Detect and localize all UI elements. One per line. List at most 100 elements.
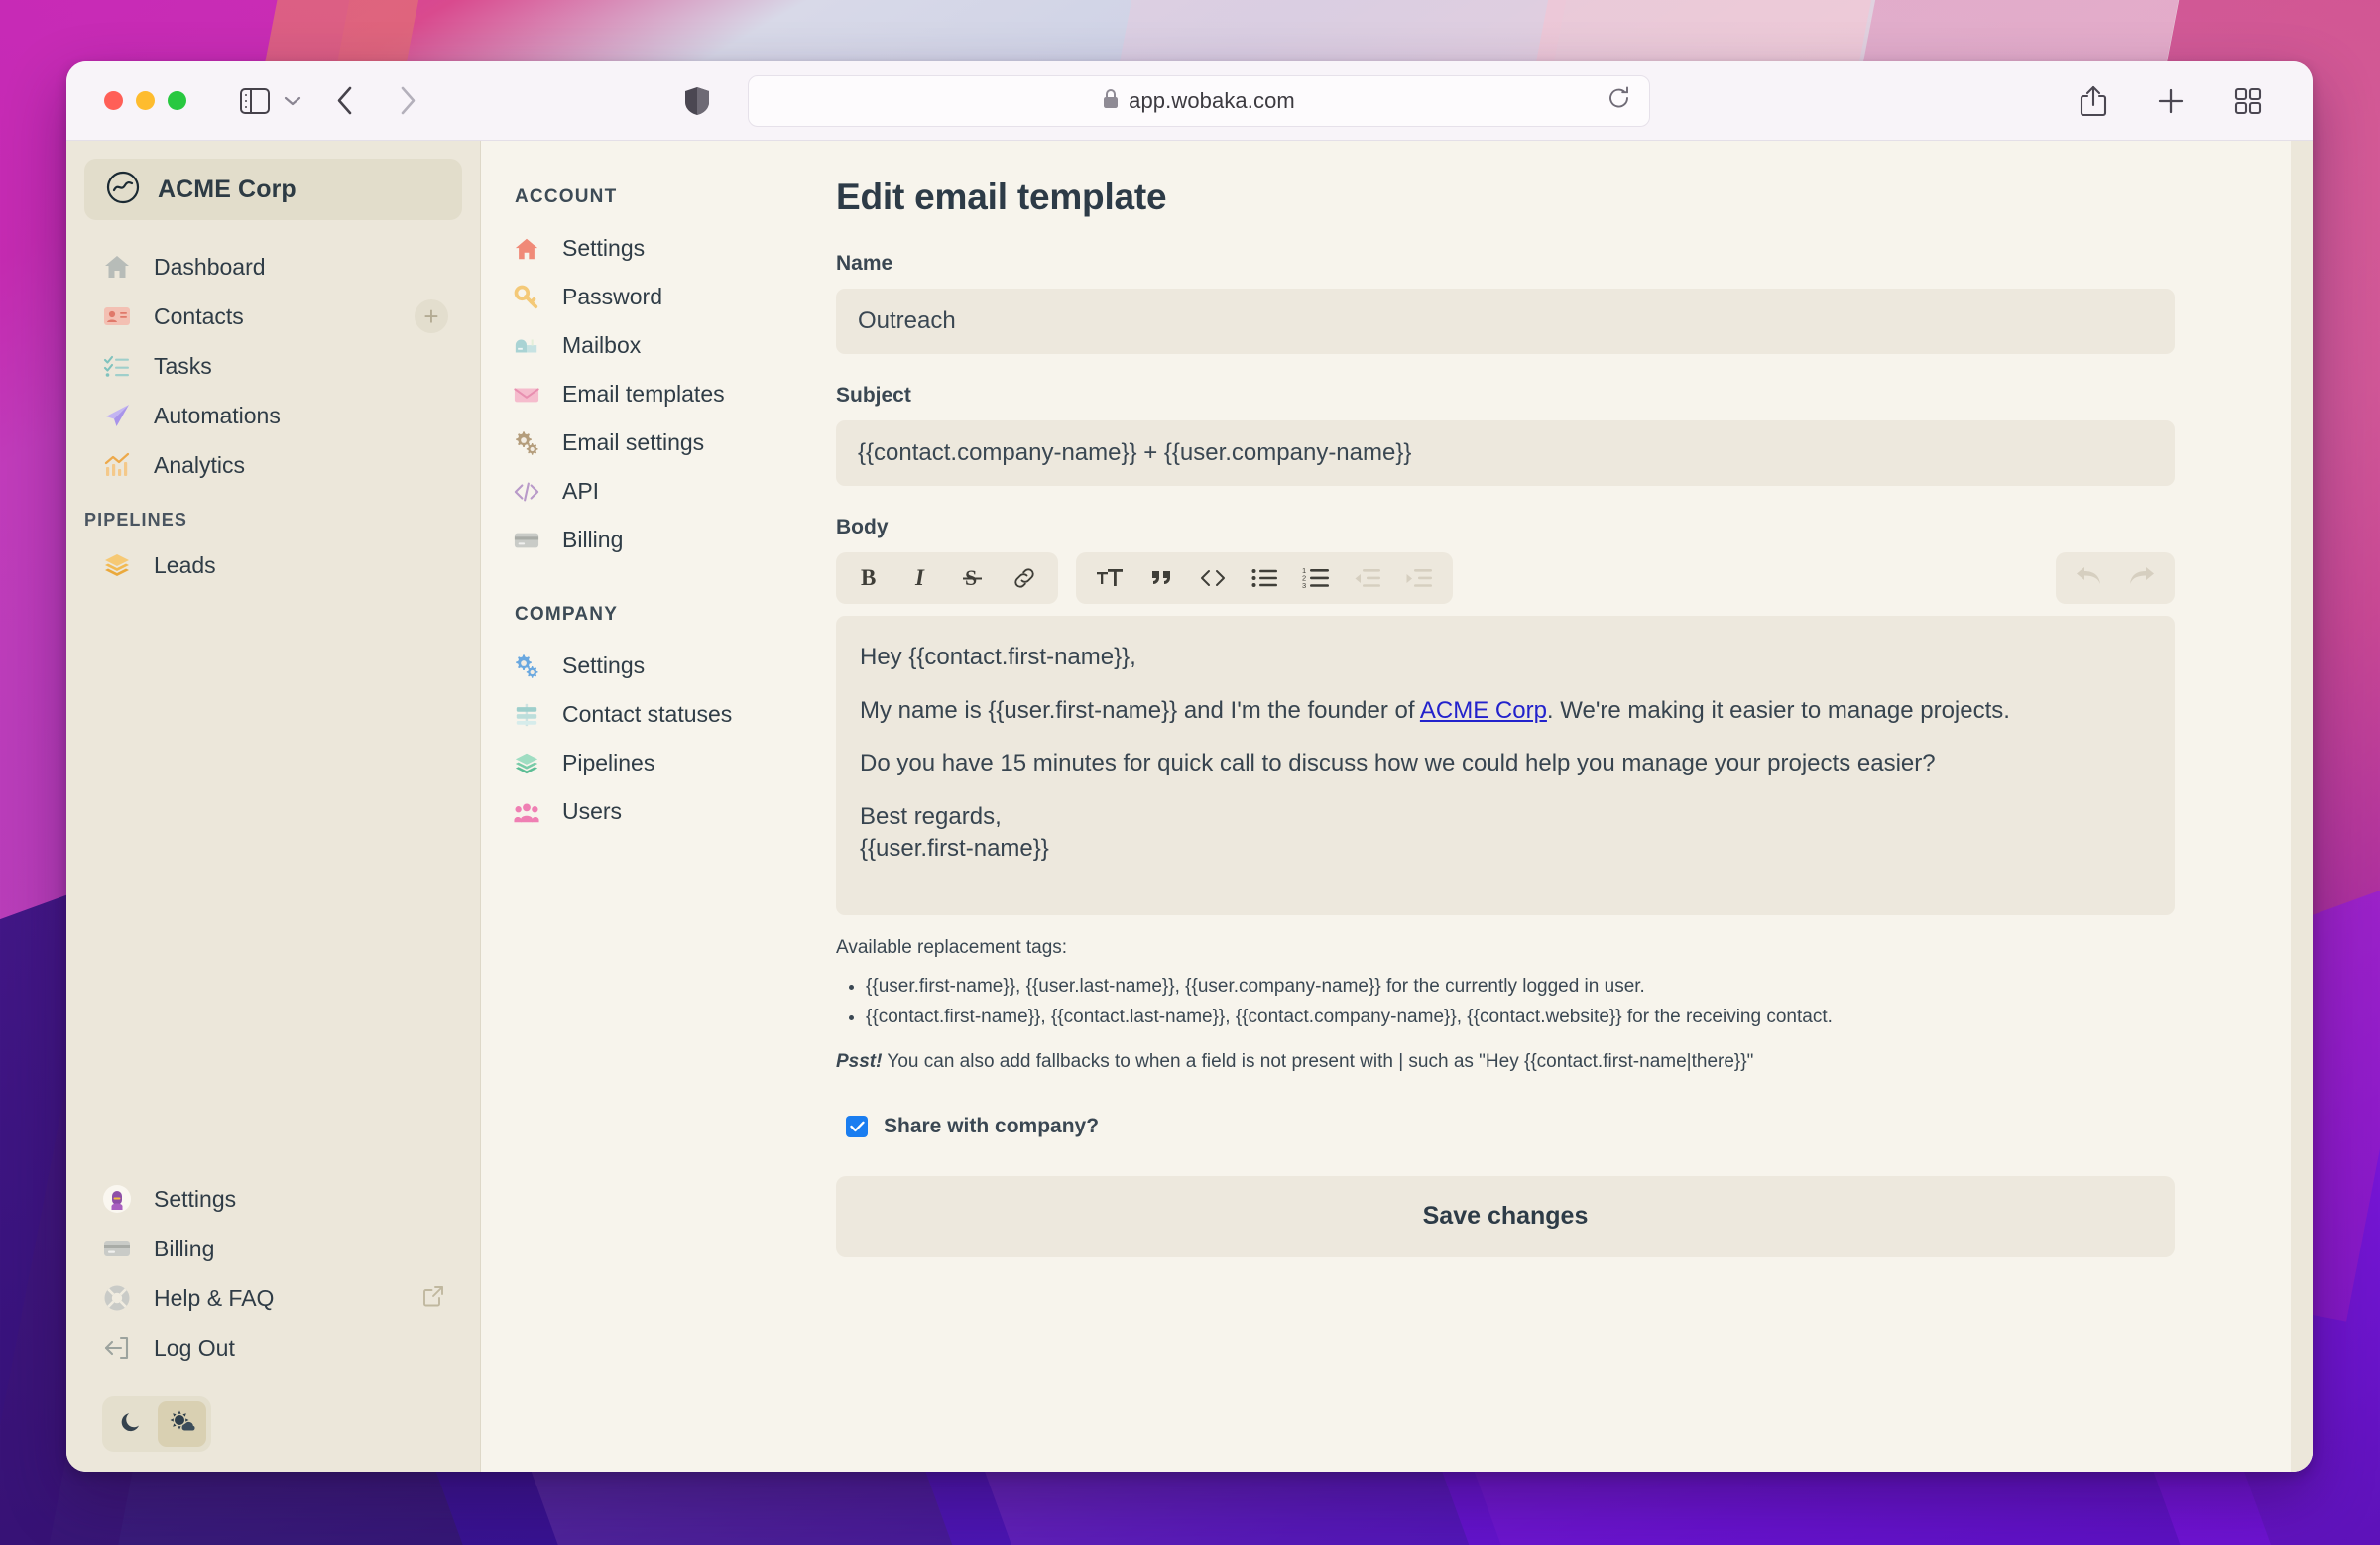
share-with-company-checkbox[interactable]: [846, 1115, 868, 1137]
body-intro: My name is {{user.first-name}} and I'm t…: [860, 695, 2151, 727]
settings-item-password[interactable]: Password: [513, 273, 818, 321]
sidebar-item-dashboard[interactable]: Dashboard: [84, 242, 462, 292]
settings-item-label: Billing: [562, 527, 624, 552]
body-signoff: Best regards, {{user.first-name}}: [860, 801, 2151, 864]
layers-icon: [513, 750, 540, 777]
settings-item-label: Users: [562, 798, 623, 824]
body-link-acme-corp[interactable]: ACME Corp: [1420, 697, 1547, 724]
sidebar-item-label: Billing: [154, 1235, 215, 1261]
tab-grid-icon[interactable]: [2225, 78, 2271, 124]
italic-button[interactable]: I: [895, 556, 947, 600]
sidebar-toggle-icon[interactable]: [232, 78, 278, 124]
add-contact-button[interactable]: +: [415, 299, 448, 333]
body-signoff-line: Best regards,: [860, 803, 1002, 831]
replacement-tags-title: Available replacement tags:: [836, 937, 1068, 958]
theme-dark-option[interactable]: [107, 1401, 156, 1447]
sidebar-item-label: Log Out: [154, 1334, 235, 1361]
redo-icon[interactable]: [2115, 556, 2167, 600]
house-icon: [513, 235, 540, 263]
name-input[interactable]: Outreach: [836, 289, 2175, 354]
share-icon[interactable]: [2071, 78, 2116, 124]
theme-light-option[interactable]: [158, 1401, 206, 1447]
forward-button[interactable]: [385, 78, 430, 124]
credit-card-icon: [102, 1234, 132, 1263]
settings-item-label: Settings: [562, 653, 646, 678]
settings-item-pipelines[interactable]: Pipelines: [513, 739, 818, 787]
page-scrollbar[interactable]: [2291, 141, 2313, 1472]
indent-icon[interactable]: [1393, 556, 1445, 600]
outdent-icon[interactable]: [1342, 556, 1393, 600]
sidebar-item-tasks[interactable]: Tasks: [84, 341, 462, 391]
org-switcher[interactable]: ACME Corp: [84, 159, 462, 220]
save-changes-button[interactable]: Save changes: [836, 1175, 2175, 1257]
external-link-icon: [422, 1285, 444, 1312]
sidebar-item-label: Analytics: [154, 451, 246, 478]
code-icon: [513, 478, 540, 506]
blockquote-icon[interactable]: [1135, 556, 1187, 600]
text-size-icon[interactable]: [1084, 556, 1135, 600]
settings-item-mailbox[interactable]: Mailbox: [513, 321, 818, 370]
settings-item-account-settings[interactable]: Settings: [513, 224, 818, 273]
sun-cloud-icon: [170, 1410, 195, 1439]
browser-window: app.wobaka.com ACME Corp Dashboard Conta…: [66, 61, 2313, 1472]
sidebar-item-contacts[interactable]: Contacts +: [84, 292, 462, 341]
settings-item-api[interactable]: API: [513, 467, 818, 516]
avatar-icon: [102, 1184, 132, 1214]
replacement-tags-list: {{user.first-name}}, {{user.last-name}},…: [836, 971, 2175, 1033]
strikethrough-button[interactable]: S: [947, 556, 999, 600]
sidebar-item-billing[interactable]: Billing: [84, 1224, 462, 1273]
window-controls: [104, 91, 186, 110]
moon-icon: [120, 1410, 144, 1439]
shield-icon[interactable]: [674, 78, 720, 124]
chevron-down-icon[interactable]: [280, 78, 305, 124]
body-editor[interactable]: Hey {{contact.first-name}}, My name is {…: [836, 616, 2175, 915]
sidebar-item-leads[interactable]: Leads: [84, 540, 462, 590]
settings-nav: ACCOUNT Settings Password Mailbox Email …: [481, 141, 818, 1472]
sidebar-pipelines-nav: Leads: [66, 540, 480, 590]
settings-item-label: Email templates: [562, 381, 725, 407]
sidebar-item-label: Tasks: [154, 352, 212, 379]
maximize-window-button[interactable]: [168, 91, 186, 110]
subject-input[interactable]: {{contact.company-name}} + {{user.compan…: [836, 420, 2175, 486]
svg-text:I: I: [914, 565, 925, 590]
sidebar-item-label: Dashboard: [154, 253, 266, 280]
key-icon: [513, 284, 540, 311]
settings-item-email-templates[interactable]: Email templates: [513, 370, 818, 418]
plus-icon[interactable]: [2148, 78, 2194, 124]
minimize-window-button[interactable]: [136, 91, 155, 110]
sidebar-item-automations[interactable]: Automations: [84, 391, 462, 440]
sidebar-item-settings[interactable]: Settings: [84, 1174, 462, 1224]
code-icon[interactable]: [1187, 556, 1239, 600]
body-intro-before: My name is {{user.first-name}} and I'm t…: [860, 696, 1420, 724]
browser-toolbar: app.wobaka.com: [66, 61, 2313, 141]
back-button[interactable]: [321, 78, 367, 124]
close-window-button[interactable]: [104, 91, 123, 110]
list-item: {{user.first-name}}, {{user.last-name}},…: [866, 971, 2175, 1002]
settings-section-account: ACCOUNT: [515, 186, 618, 207]
editor-toolbar: B I S: [836, 552, 2175, 604]
sidebar-item-help-faq[interactable]: Help & FAQ: [84, 1273, 462, 1323]
settings-item-company-settings[interactable]: Settings: [513, 642, 818, 690]
bullet-list-icon[interactable]: [1239, 556, 1290, 600]
settings-item-email-settings[interactable]: Email settings: [513, 418, 818, 467]
numbered-list-icon[interactable]: 1 2 3: [1290, 556, 1342, 600]
share-with-company-row[interactable]: Share with company?: [836, 1115, 2175, 1138]
address-bar[interactable]: app.wobaka.com: [748, 74, 1650, 127]
lock-icon: [1103, 88, 1119, 114]
text-format-group: B I S: [836, 552, 1058, 604]
settings-item-contact-statuses[interactable]: Contact statuses: [513, 690, 818, 739]
settings-item-users[interactable]: Users: [513, 787, 818, 836]
layers-icon: [102, 550, 132, 580]
subject-label: Subject: [836, 384, 911, 407]
settings-item-account-billing[interactable]: Billing: [513, 516, 818, 564]
sidebar-item-log-out[interactable]: Log Out: [84, 1323, 462, 1372]
link-icon[interactable]: [999, 556, 1050, 600]
sidebar-item-analytics[interactable]: Analytics: [84, 440, 462, 490]
svg-text:B: B: [861, 565, 876, 590]
undo-icon[interactable]: [2064, 556, 2115, 600]
theme-toggle[interactable]: [102, 1396, 211, 1452]
share-with-company-label: Share with company?: [884, 1114, 1100, 1137]
reload-icon[interactable]: [1607, 85, 1631, 116]
bold-button[interactable]: B: [844, 556, 895, 600]
sidebar-section-pipelines: PIPELINES: [84, 510, 187, 530]
